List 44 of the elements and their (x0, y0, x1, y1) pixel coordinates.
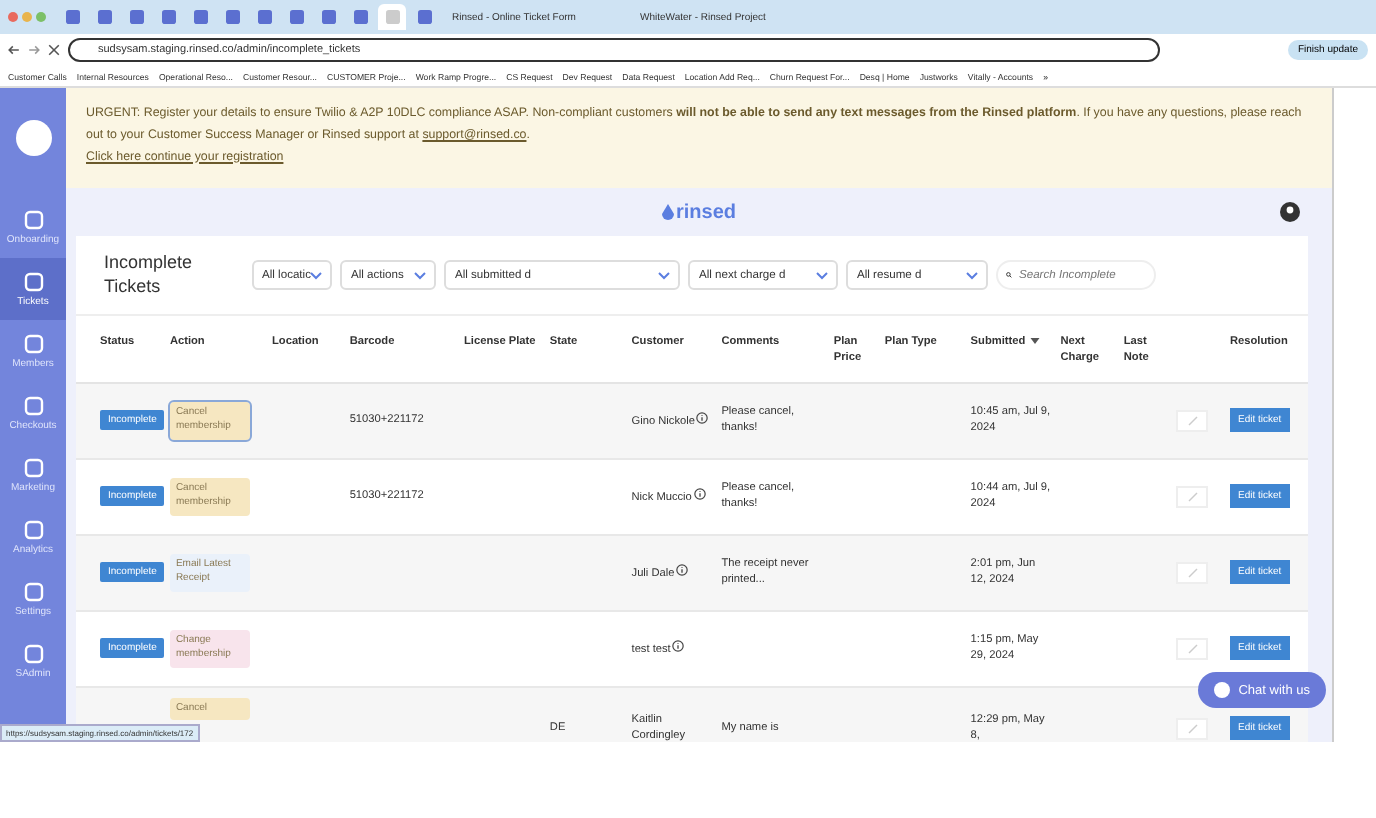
back-icon[interactable] (8, 44, 20, 56)
pencil-icon (1187, 415, 1198, 426)
chevron-down-icon (310, 271, 323, 279)
pencil-icon (1187, 723, 1198, 734)
menu-item-icon (23, 395, 43, 415)
info-icon[interactable] (672, 639, 685, 652)
page-title: Incomplete Tickets (104, 252, 195, 298)
favicon-icon (353, 10, 367, 24)
pencil-icon (1187, 567, 1198, 578)
favicon-icon (65, 10, 79, 24)
menu-item-icon (23, 581, 43, 601)
favicon-icon (385, 10, 399, 24)
menu-item-icon (23, 333, 43, 353)
menu-item-icon (23, 519, 43, 539)
chevron-down-icon (414, 271, 427, 279)
favicon-icon (97, 10, 111, 24)
sort-down-icon (1029, 338, 1040, 345)
info-icon[interactable] (693, 487, 706, 500)
favicon-icon (225, 10, 239, 24)
pencil-icon (1187, 643, 1198, 654)
chevron-down-icon (658, 271, 671, 279)
favicon-icon (257, 10, 271, 24)
chevron-down-icon (966, 271, 979, 279)
logo: rinsed (661, 201, 736, 223)
chevron-down-icon (816, 271, 829, 279)
account-icon[interactable] (1280, 202, 1300, 222)
menu-item-icon (23, 643, 43, 663)
favicon-icon (321, 10, 335, 24)
favicon-icon (289, 10, 303, 24)
close-icon[interactable] (48, 44, 60, 56)
search-icon (1006, 268, 1013, 282)
menu-item-icon (23, 271, 43, 291)
forward-icon[interactable] (28, 44, 40, 56)
info-icon[interactable] (676, 563, 689, 576)
favicon-icon (129, 10, 143, 24)
favicon-icon (161, 10, 175, 24)
info-icon[interactable] (696, 411, 709, 424)
window-controls-icon[interactable] (8, 12, 46, 22)
favicon-icon (193, 10, 207, 24)
menu-item-icon (23, 209, 43, 229)
pencil-icon (1187, 491, 1198, 502)
menu-item-icon (23, 457, 43, 477)
favicon-icon (417, 10, 431, 24)
logo-icon (15, 120, 51, 156)
